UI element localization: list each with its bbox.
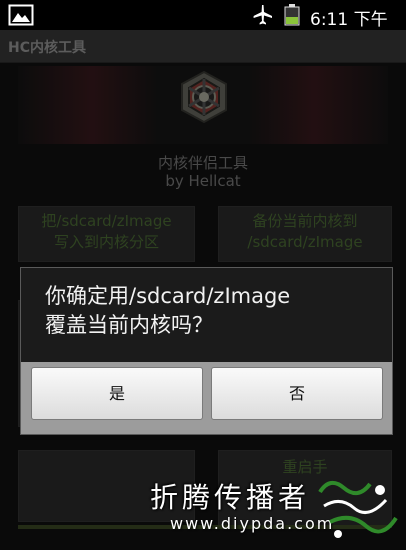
watermark-chinese-text: 折腾传播者 xyxy=(150,481,311,514)
dialog-message: 你确定用/sdcard/zImage 覆盖当前内核吗？ xyxy=(45,282,290,340)
airplane-mode-icon xyxy=(251,4,273,30)
confirm-flash-dialog: 你确定用/sdcard/zImage 覆盖当前内核吗？ 是 否 xyxy=(20,267,393,435)
dialog-button-bar: 是 否 xyxy=(21,362,392,434)
dialog-message-line1: 你确定用/sdcard/zImage xyxy=(45,284,291,308)
watermark-decoration-icon xyxy=(310,472,402,548)
no-button[interactable]: 否 xyxy=(211,367,383,420)
status-bar: 6:11 下午 xyxy=(0,0,406,30)
yes-button[interactable]: 是 xyxy=(31,367,203,420)
battery-icon xyxy=(284,4,300,30)
clock: 6:11 下午 xyxy=(310,10,388,30)
watermark: 折腾传播者 www.diypda.com xyxy=(150,472,406,550)
gallery-icon xyxy=(8,4,34,30)
dialog-message-line2: 覆盖当前内核吗？ xyxy=(45,313,213,337)
